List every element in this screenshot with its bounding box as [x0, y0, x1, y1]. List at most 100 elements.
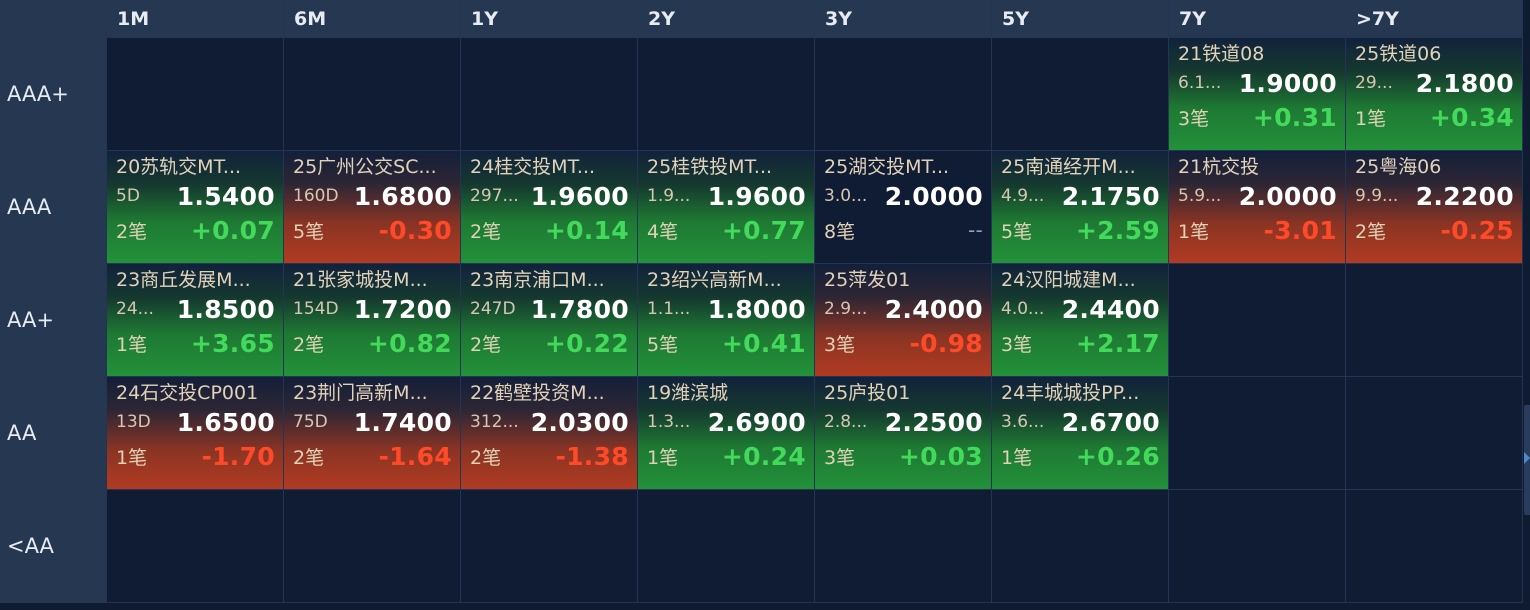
bond-quote-cell[interactable]: 24丰城城投PP... 3.6... 2.6700 1笔 +0.26 [992, 377, 1168, 489]
bond-quote-cell[interactable]: 21铁道08 6.1... 1.9000 3笔 +0.31 [1169, 38, 1345, 150]
trade-count: 2笔 [470, 333, 502, 356]
tenor-header-7Y[interactable]: >7Y [1346, 0, 1522, 37]
trade-count: 3笔 [1001, 333, 1033, 356]
yield-change: +0.14 [544, 215, 629, 245]
yield-rate: 2.0000 [884, 181, 983, 211]
tenor-header-7Y[interactable]: 7Y [1169, 0, 1345, 37]
remaining-term: 2.8... [824, 412, 868, 432]
yield-rate: 2.4000 [884, 294, 983, 324]
trade-count: 1笔 [647, 446, 679, 469]
quote-line: 3.0... 2.0000 [824, 179, 983, 213]
yield-rate: 2.1800 [1415, 68, 1514, 98]
yield-rate: 2.0300 [530, 407, 629, 437]
rating-tenor-matrix: 1M 6M 1Y 2Y 3Y 5Y 7Y >7Y AAA+ 21铁道08 6.1... 1.9000 3… [0, 0, 1523, 603]
bond-quote-cell[interactable]: 25庐投01 2.8... 2.2500 3笔 +0.03 [815, 377, 991, 489]
bond-quote-cell[interactable]: 25萍发01 2.9... 2.4000 3笔 -0.98 [815, 264, 991, 376]
bond-name: 21铁道08 [1178, 43, 1265, 65]
rating-label: AAA+ [0, 38, 106, 150]
bond-quote-cell[interactable]: 23荆门高新M... 75D 1.7400 2笔 -1.64 [284, 377, 460, 489]
bond-quote-cell[interactable]: 19潍滨城 1.3... 2.6900 1笔 +0.24 [638, 377, 814, 489]
bond-quote-cell[interactable]: 25南通经开M... 4.9... 2.1750 5笔 +2.59 [992, 151, 1168, 263]
tenor-header-1Y[interactable]: 1Y [461, 0, 637, 37]
tenor-header-6M[interactable]: 6M [284, 0, 460, 37]
tenor-header-5Y[interactable]: 5Y [992, 0, 1168, 37]
bond-quote-cell[interactable]: 21杭交投 5.9... 2.0000 1笔 -3.01 [1169, 151, 1345, 263]
trade-count: 3笔 [824, 446, 856, 469]
yield-rate: 1.8000 [707, 294, 806, 324]
yield-change: +2.17 [1075, 328, 1160, 358]
yield-change: -0.25 [1440, 215, 1514, 245]
trade-count: 2笔 [470, 220, 502, 243]
bond-quote-cell[interactable]: 25粤海06 9.9... 2.2200 2笔 -0.25 [1346, 151, 1522, 263]
trade-line: 1笔 -3.01 [1178, 213, 1337, 247]
trade-line: 1笔 +3.65 [116, 326, 275, 360]
bond-quote-cell[interactable]: 24桂交投MT... 297... 1.9600 2笔 +0.14 [461, 151, 637, 263]
bond-quote-cell[interactable]: 23商丘发展M... 24... 1.8500 1笔 +3.65 [107, 264, 283, 376]
yield-rate: 1.6800 [353, 181, 452, 211]
bond-quote-cell[interactable]: 22鹤壁投资M... 312... 2.0300 2笔 -1.38 [461, 377, 637, 489]
bond-quote-cell[interactable]: 24汉阳城建M... 4.0... 2.4400 3笔 +2.17 [992, 264, 1168, 376]
yield-change: +0.07 [190, 215, 275, 245]
bond-name: 21张家城投M... [293, 269, 428, 291]
bond-name: 25广州公交SC... [293, 156, 437, 178]
rating-label: AA+ [0, 264, 106, 376]
bond-quote-cell[interactable]: 25湖交投MT... 3.0... 2.0000 8笔 -- [815, 151, 991, 263]
expand-arrow-icon[interactable] [1524, 452, 1530, 464]
trade-count: 2笔 [293, 446, 325, 469]
bond-quote-cell[interactable]: 23南京浦口M... 247D 1.7800 2笔 +0.22 [461, 264, 637, 376]
bond-name: 22鹤壁投资M... [470, 382, 605, 404]
yield-change: +0.26 [1075, 441, 1160, 471]
trade-line: 1笔 -1.70 [116, 439, 275, 473]
bond-name: 25粤海06 [1355, 156, 1442, 178]
yield-rate: 1.7800 [530, 294, 629, 324]
quote-line: 1.3... 2.6900 [647, 405, 806, 439]
quote-line: 6.1... 1.9000 [1178, 66, 1337, 100]
bond-quote-cell[interactable]: 23绍兴高新M... 1.1... 1.8000 5笔 +0.41 [638, 264, 814, 376]
empty-cell [638, 38, 814, 150]
quote-line: 5D 1.5400 [116, 179, 275, 213]
trade-line: 1笔 +0.24 [647, 439, 806, 473]
tenor-header-3Y[interactable]: 3Y [815, 0, 991, 37]
yield-change: -- [967, 218, 983, 242]
quote-line: 13D 1.6500 [116, 405, 275, 439]
trade-count: 1笔 [1001, 446, 1033, 469]
remaining-term: 29... [1355, 73, 1393, 93]
tenor-header-1M[interactable]: 1M [107, 0, 283, 37]
bond-name: 24汉阳城建M... [1001, 269, 1136, 291]
bond-quote-cell[interactable]: 25广州公交SC... 160D 1.6800 5笔 -0.30 [284, 151, 460, 263]
empty-cell [107, 38, 283, 150]
bond-quote-cell[interactable]: 20苏轨交MT... 5D 1.5400 2笔 +0.07 [107, 151, 283, 263]
trade-line: 5笔 +2.59 [1001, 213, 1160, 247]
bond-quote-cell[interactable]: 25桂铁投MT... 1.9... 1.9600 4笔 +0.77 [638, 151, 814, 263]
bond-quote-cell[interactable]: 24石交投CP001 13D 1.6500 1笔 -1.70 [107, 377, 283, 489]
trade-count: 2笔 [470, 446, 502, 469]
trade-line: 3笔 +0.31 [1178, 100, 1337, 134]
yield-rate: 2.2200 [1415, 181, 1514, 211]
remaining-term: 297... [470, 186, 519, 206]
trade-count: 3笔 [824, 333, 856, 356]
bond-name: 25庐投01 [824, 382, 911, 404]
remaining-term: 2.9... [824, 299, 868, 319]
yield-change: +0.77 [721, 215, 806, 245]
remaining-term: 3.0... [824, 186, 868, 206]
empty-cell [1169, 377, 1345, 489]
tenor-header-2Y[interactable]: 2Y [638, 0, 814, 37]
quote-line: 4.9... 2.1750 [1001, 179, 1160, 213]
yield-rate: 2.6900 [707, 407, 806, 437]
yield-change: +0.03 [898, 441, 983, 471]
yield-change: +0.41 [721, 328, 806, 358]
rating-label: <AA [0, 490, 106, 602]
trade-line: 3笔 -0.98 [824, 326, 983, 360]
quote-line: 2.8... 2.2500 [824, 405, 983, 439]
remaining-term: 247D [470, 299, 516, 319]
bond-name: 23荆门高新M... [293, 382, 428, 404]
bond-quote-cell[interactable]: 21张家城投M... 154D 1.7200 2笔 +0.82 [284, 264, 460, 376]
quote-line: 2.9... 2.4000 [824, 292, 983, 326]
yield-change: -1.38 [555, 441, 629, 471]
quote-line: 24... 1.8500 [116, 292, 275, 326]
remaining-term: 5.9... [1178, 186, 1222, 206]
empty-cell [284, 38, 460, 150]
bond-name: 25铁道06 [1355, 43, 1442, 65]
bond-quote-cell[interactable]: 25铁道06 29... 2.1800 1笔 +0.34 [1346, 38, 1522, 150]
bond-name: 25南通经开M... [1001, 156, 1136, 178]
